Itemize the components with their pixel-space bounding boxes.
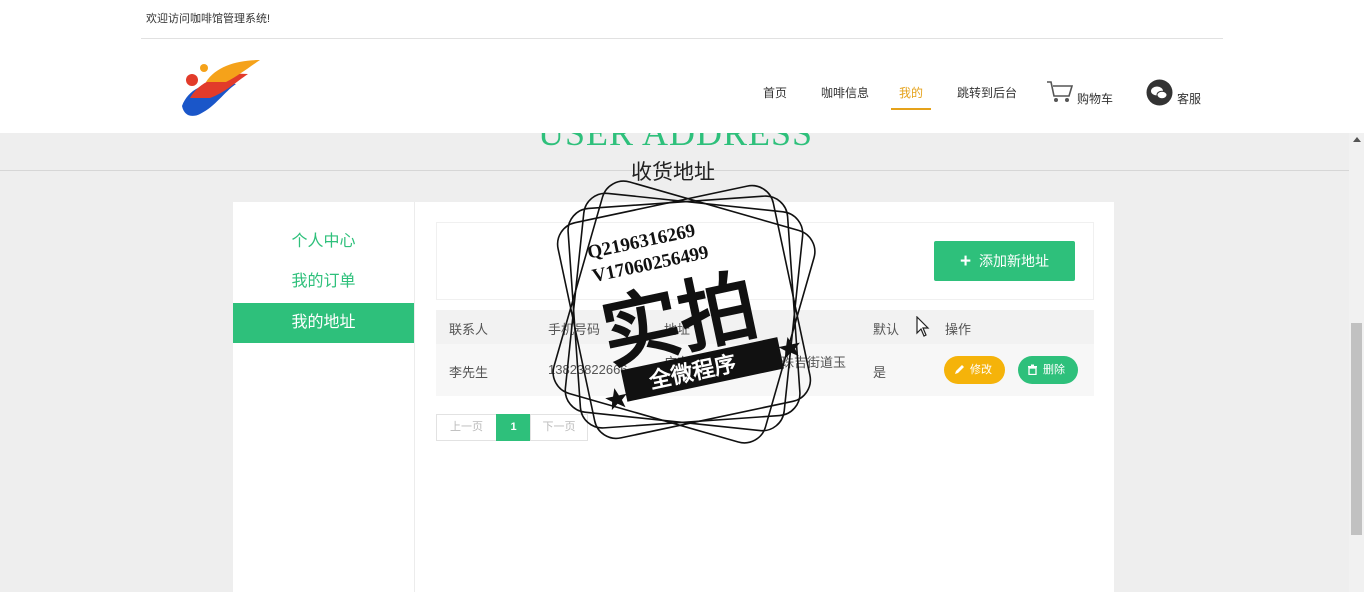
delete-label: 删除: [1043, 364, 1065, 376]
trash-icon: [1028, 364, 1037, 376]
service-link[interactable]: 客服: [1177, 90, 1201, 116]
plus-icon: +: [959, 251, 972, 272]
add-address-button[interactable]: + 添加新地址: [934, 241, 1075, 281]
header-divider: [141, 38, 1223, 39]
wechat-icon[interactable]: [1146, 79, 1173, 106]
cart-icon[interactable]: [1046, 80, 1074, 104]
page-scrollbar[interactable]: [1349, 133, 1364, 592]
nav-admin[interactable]: 跳转到后台: [957, 84, 1017, 110]
header-actions: 操作: [945, 322, 972, 337]
cell-default: 是: [873, 365, 887, 380]
stamp-watermark: Q2196316269 V17060256499 实拍 全微程序: [552, 180, 816, 444]
top-header: 欢迎访问咖啡馆管理系统! 首页 咖啡信息 我的 跳转到后台 购物车 客服: [0, 0, 1364, 133]
scroll-thumb[interactable]: [1351, 323, 1362, 535]
pagination-prev[interactable]: 上一页: [436, 414, 497, 441]
nav-mine[interactable]: 我的: [891, 84, 932, 110]
add-address-label: 添加新地址: [979, 253, 1050, 269]
welcome-text: 欢迎访问咖啡馆管理系统!: [146, 13, 271, 25]
sidebar-item-address[interactable]: 我的地址: [233, 303, 414, 343]
nav-coffee-info[interactable]: 咖啡信息: [821, 84, 869, 110]
pagination-current[interactable]: 1: [496, 414, 531, 441]
header-default: 默认: [873, 322, 900, 337]
sidebar-item-profile[interactable]: 个人中心: [233, 222, 414, 262]
mouse-cursor-icon: [916, 316, 930, 337]
nav-home[interactable]: 首页: [763, 84, 787, 110]
pencil-icon: [955, 365, 964, 374]
delete-button[interactable]: 删除: [1018, 356, 1078, 384]
cell-contact: 李先生: [449, 365, 489, 380]
logo-icon: [182, 60, 260, 116]
sidebar-item-orders[interactable]: 我的订单: [233, 262, 414, 302]
sidebar: 个人中心 我的订单 我的地址: [233, 202, 415, 592]
header-contact: 联系人: [449, 322, 489, 337]
edit-label: 修改: [970, 364, 992, 376]
cart-link[interactable]: 购物车: [1077, 90, 1113, 116]
scroll-up-arrow-icon[interactable]: [1353, 137, 1361, 142]
edit-button[interactable]: 修改: [944, 356, 1005, 384]
